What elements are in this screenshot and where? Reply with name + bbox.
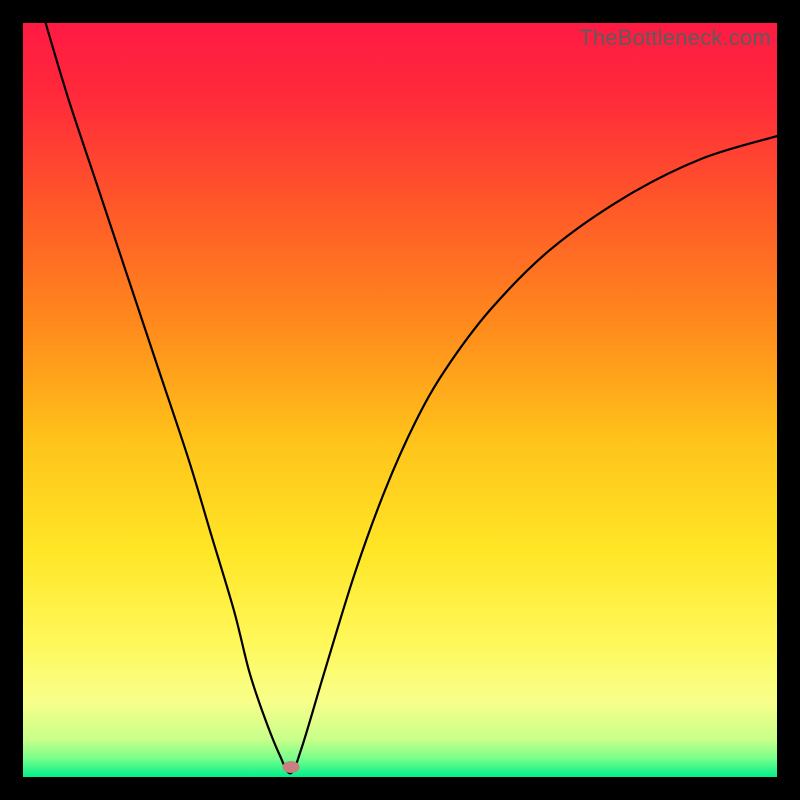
bottleneck-curve [23, 23, 777, 777]
plot-frame: TheBottleneck.com [23, 23, 777, 777]
watermark-text: TheBottleneck.com [579, 25, 771, 51]
optimal-marker [282, 761, 299, 773]
